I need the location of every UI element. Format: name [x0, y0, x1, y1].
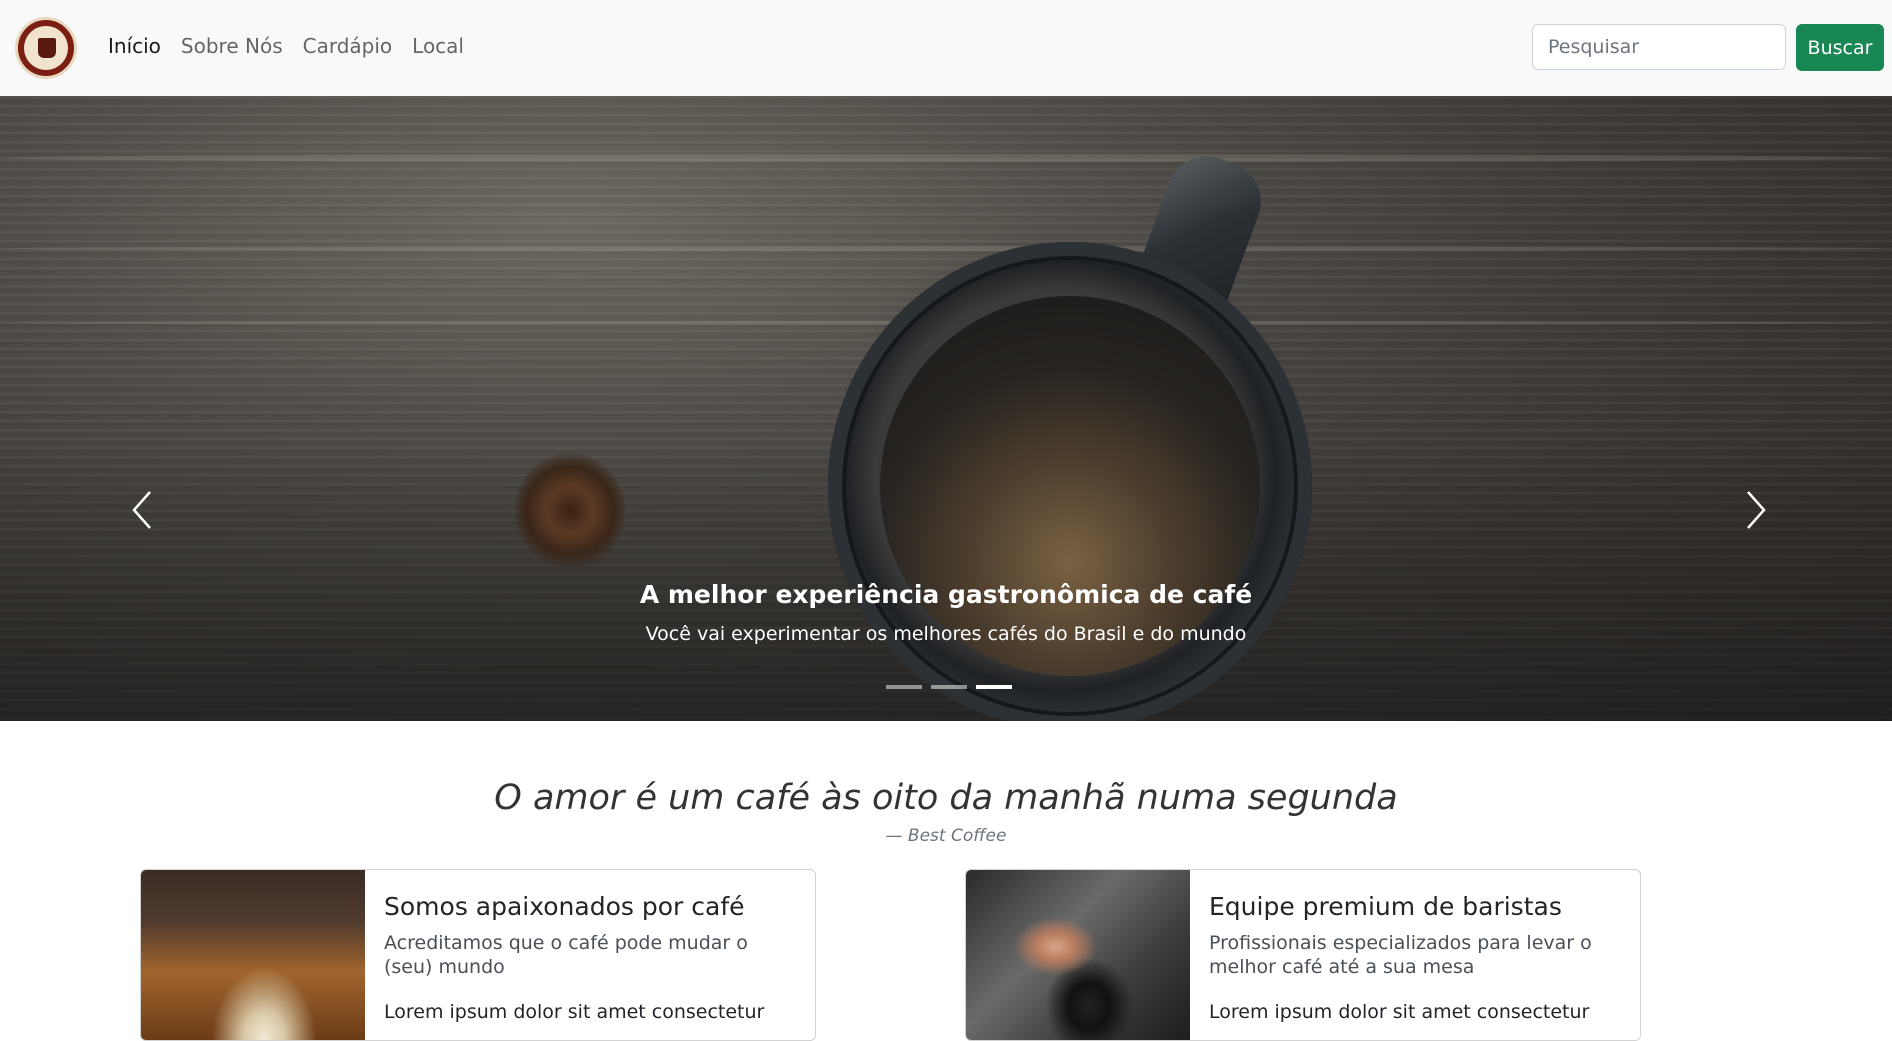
card-subtitle: Profissionais especializados para levar … — [1209, 932, 1592, 978]
carousel-indicators — [886, 685, 1012, 689]
card-title: Somos apaixonados por café — [384, 892, 745, 921]
search-input[interactable] — [1532, 24, 1786, 70]
carousel-prev-button[interactable] — [122, 480, 162, 540]
feature-card: Equipe premium de baristas Profissionais… — [965, 869, 1641, 1041]
brand-logo[interactable] — [15, 17, 77, 79]
carousel-caption-title: A melhor experiência gastronômica de caf… — [639, 580, 1253, 609]
nav-link-local[interactable]: Local — [412, 34, 464, 58]
wood-knot — [515, 453, 625, 568]
search-button[interactable]: Buscar — [1796, 24, 1884, 71]
carousel-caption-text: Você vai experimentar os melhores cafés … — [645, 623, 1247, 645]
hero-carousel: A melhor experiência gastronômica de caf… — [0, 96, 1892, 721]
feature-card: Somos apaixonados por café Acreditamos q… — [140, 869, 816, 1041]
chevron-right-icon — [1747, 491, 1766, 529]
card-subtitle: Acreditamos que o café pode mudar o (seu… — [384, 932, 748, 978]
nav-link-inicio[interactable]: Início — [108, 34, 161, 58]
card-text: Lorem ipsum dolor sit amet consectetur — [384, 1001, 765, 1023]
card-body: Somos apaixonados por café Acreditamos q… — [384, 892, 794, 1023]
card-title: Equipe premium de baristas — [1209, 892, 1562, 921]
carousel-indicator-1[interactable] — [886, 685, 922, 689]
nav-link-sobre-nos[interactable]: Sobre Nós — [181, 34, 283, 58]
quote-footer: — Best Coffee — [885, 826, 1007, 846]
quote-text: O amor é um café às oito da manhã numa s… — [494, 778, 1398, 818]
wood-grain — [0, 246, 1892, 251]
carousel-indicator-3[interactable] — [976, 685, 1012, 689]
coffee-surface — [880, 296, 1260, 676]
card-text: Lorem ipsum dolor sit amet consectetur — [1209, 1001, 1590, 1023]
carousel-indicator-2[interactable] — [931, 685, 967, 689]
barista-image — [966, 870, 1190, 1040]
nav-links: Início Sobre Nós Cardápio Local — [108, 34, 484, 58]
chevron-left-icon — [132, 491, 151, 529]
card-body: Equipe premium de baristas Profissionais… — [1209, 892, 1619, 1023]
carousel-next-button[interactable] — [1736, 480, 1776, 540]
nav-link-cardapio[interactable]: Cardápio — [303, 34, 393, 58]
navbar: Início Sobre Nós Cardápio Local Buscar — [0, 0, 1892, 96]
coffee-cup-icon — [38, 38, 56, 58]
latte-cup-image — [141, 870, 365, 1040]
wood-grain — [0, 154, 1892, 162]
